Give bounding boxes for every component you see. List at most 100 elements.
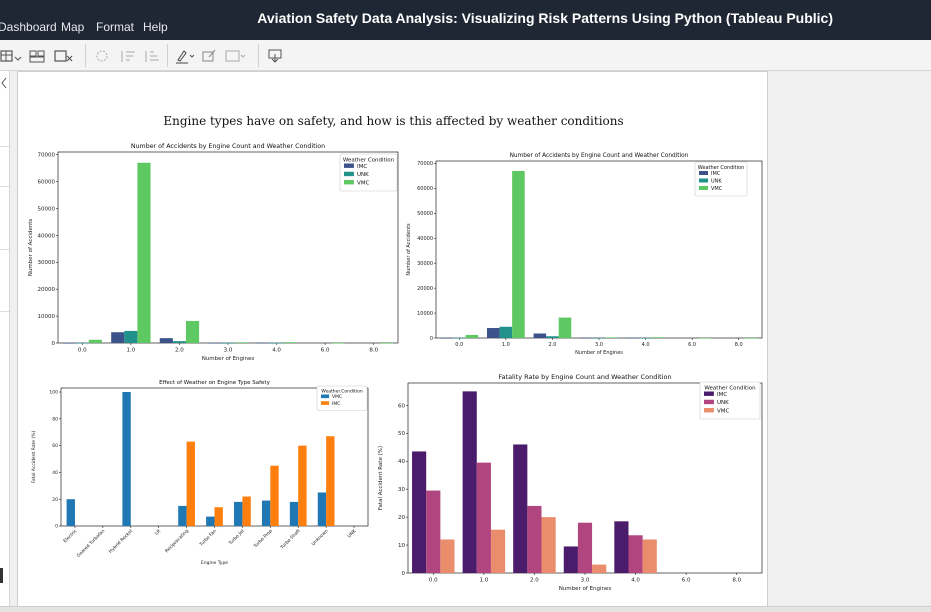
x-axis-label: Number of Engines xyxy=(559,586,612,592)
x-tick-label: 2.0 xyxy=(530,578,539,584)
bar-vmc-4 xyxy=(178,505,187,526)
y-tick-label: 60000 xyxy=(38,180,56,186)
clear-sheet-icon[interactable] xyxy=(54,46,78,66)
legend-entry-imc: IMC xyxy=(717,392,727,398)
y-tick-label: 40 xyxy=(52,470,58,476)
legend-entry-vmc: VMC xyxy=(332,394,342,400)
window-title: Aviation Safety Data Analysis: Visualizi… xyxy=(257,10,833,26)
x-tick-label: Turbo Jet xyxy=(227,528,246,547)
y-tick-label: 60 xyxy=(52,443,58,449)
y-tick-label: 40000 xyxy=(417,236,433,242)
legend-swatch xyxy=(321,394,330,399)
group-icon[interactable] xyxy=(92,46,116,66)
bar-unk-4 xyxy=(270,342,284,344)
new-worksheet-icon[interactable] xyxy=(0,46,24,66)
bar-unk-1 xyxy=(476,462,491,573)
y-axis-label: Fatal Accident Rate (%) xyxy=(378,446,384,510)
new-dashboard-icon[interactable] xyxy=(28,46,52,66)
bar-vmc-6 xyxy=(234,501,243,526)
bar-vmc-4 xyxy=(651,337,665,338)
bar-vmc-0 xyxy=(66,499,75,526)
bar-vmc-3 xyxy=(592,564,607,573)
legend-entry-imc: IMC xyxy=(711,171,721,177)
bar-vmc-1 xyxy=(490,529,506,573)
x-tick-label: 4.0 xyxy=(272,348,281,354)
bar-imc-4 xyxy=(614,521,629,573)
download-icon[interactable] xyxy=(264,46,288,66)
bar-unk-2 xyxy=(527,505,542,573)
y-tick-label: 80 xyxy=(52,416,58,422)
x-tick-label: 2.0 xyxy=(175,348,184,354)
menu-dashboard[interactable]: Dashboard xyxy=(0,20,57,34)
y-tick-label: 20 xyxy=(398,515,405,521)
legend-swatch xyxy=(344,171,354,177)
legend-title: Weather Condition xyxy=(704,386,756,392)
menu-format[interactable]: Format xyxy=(96,20,134,34)
dashboard-canvas: Engine types have on safety, and how is … xyxy=(17,71,768,607)
x-tick-label: 0.0 xyxy=(78,348,87,354)
x-axis-label: Number of Engines xyxy=(202,356,255,362)
bar-imc-1 xyxy=(486,328,500,338)
scroll-thumb[interactable] xyxy=(0,568,3,583)
bar-unk-2 xyxy=(546,336,559,338)
fit-icon[interactable] xyxy=(223,46,247,66)
bar-vmc-8 xyxy=(289,501,299,526)
legend-entry-vmc: VMC xyxy=(711,186,723,192)
x-tick-label: Turbo Fan xyxy=(198,528,218,548)
bar-vmc-6 xyxy=(745,337,758,339)
chart-3: Effect of Weather on Engine Type Safety 0… xyxy=(31,380,369,566)
y-tick-label: 50 xyxy=(398,431,405,437)
bar-vmc-7 xyxy=(261,500,271,526)
x-tick-label: 4.0 xyxy=(631,578,640,584)
left-panel xyxy=(0,71,10,607)
x-tick-label: 8.0 xyxy=(732,578,741,584)
bar-unk-0 xyxy=(426,490,441,573)
bar-imc-1 xyxy=(111,332,125,343)
x-tick-label: 1.0 xyxy=(502,342,510,348)
bar-imc-4 xyxy=(186,441,195,526)
legend-swatch xyxy=(704,408,714,413)
y-tick-label: 50000 xyxy=(417,211,433,217)
bar-imc-4 xyxy=(626,337,640,339)
bar-vmc-5 xyxy=(698,337,712,339)
bar-imc-8 xyxy=(298,445,307,526)
bar-imc-3 xyxy=(208,342,222,344)
sort-descending-icon[interactable] xyxy=(141,46,165,66)
legend-entry-vmc: VMC xyxy=(357,180,370,186)
legend-swatch xyxy=(699,178,708,183)
bar-imc-0 xyxy=(440,337,453,339)
highlight-icon[interactable] xyxy=(172,46,196,66)
y-tick-label: 10000 xyxy=(417,311,433,317)
x-tick-label: 1.0 xyxy=(479,578,488,584)
chevron-left-icon[interactable] xyxy=(0,74,10,94)
x-tick-label: 6.0 xyxy=(321,348,330,354)
sort-ascending-icon[interactable] xyxy=(117,46,141,66)
legend-entry-imc: IMC xyxy=(332,401,340,407)
bar-imc-2 xyxy=(159,338,173,343)
bar-vmc-2 xyxy=(541,517,556,573)
bar-vmc-1 xyxy=(512,170,525,338)
y-tick-label: 20000 xyxy=(417,286,433,292)
y-tick-label: 40000 xyxy=(38,233,56,239)
legend-swatch xyxy=(699,171,708,175)
legend-swatch xyxy=(344,163,354,168)
x-axis-label: Engine Type xyxy=(201,560,228,566)
bar-unk-1 xyxy=(499,326,513,338)
annotate-icon[interactable] xyxy=(199,46,223,66)
y-tick-label: 40 xyxy=(398,459,405,465)
y-tick-label: 50000 xyxy=(38,206,56,212)
bar-vmc-5 xyxy=(331,342,345,344)
menu-help[interactable]: Help xyxy=(143,20,168,34)
bar-vmc-6 xyxy=(380,342,394,344)
bar-vmc-0 xyxy=(440,539,455,573)
bar-imc-1 xyxy=(462,391,477,573)
legend-entry-unk: UNK xyxy=(717,400,729,406)
y-tick-label: 0 xyxy=(55,524,58,530)
y-tick-label: 0 xyxy=(430,336,433,342)
bar-unk-3 xyxy=(577,522,593,573)
menu-map[interactable]: Map xyxy=(61,20,84,34)
bar-vmc-4 xyxy=(642,539,657,573)
bar-vmc-5 xyxy=(206,516,215,526)
y-tick-label: 10 xyxy=(398,543,405,549)
legend-entry-unk: UNK xyxy=(357,172,369,178)
